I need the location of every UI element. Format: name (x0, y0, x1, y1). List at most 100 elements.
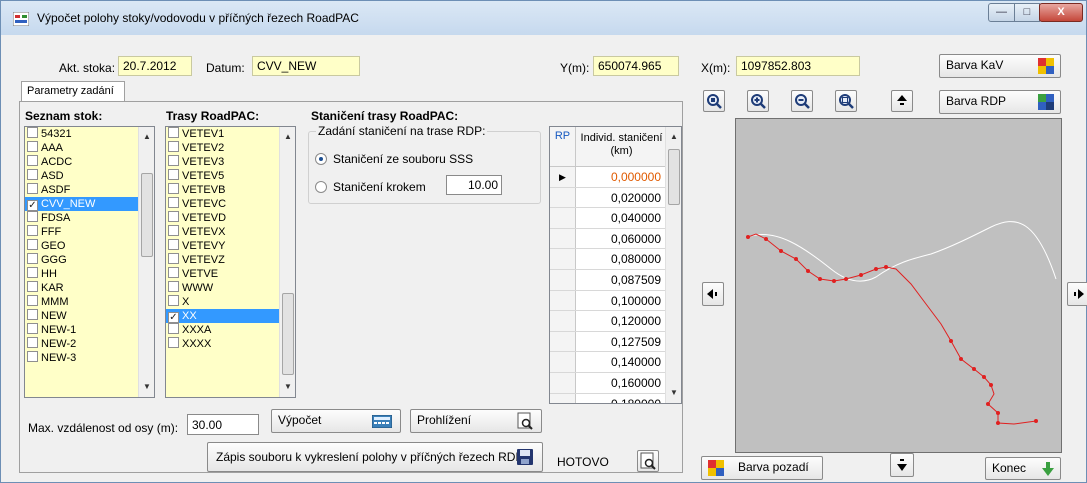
list-item[interactable]: NEW-1 (25, 323, 138, 337)
checkbox-icon[interactable] (168, 225, 179, 236)
staniceni-cell[interactable]: 0,020000 (576, 188, 667, 208)
vypocet-button[interactable]: Výpočet (271, 409, 401, 433)
checkbox-checked-icon[interactable]: ✓ (27, 200, 38, 211)
scroll-up-icon[interactable]: ▲ (139, 129, 154, 145)
list-item[interactable]: NEW-2 (25, 337, 138, 351)
checkbox-icon[interactable] (27, 295, 38, 306)
staniceni-cell[interactable]: 0,127509 (576, 332, 667, 352)
pan-up-button[interactable] (891, 90, 913, 112)
checkbox-icon[interactable] (27, 323, 38, 334)
list-item[interactable]: ✓ XX (166, 309, 279, 323)
checkbox-icon[interactable] (27, 281, 38, 292)
maximize-button[interactable]: □ (1014, 3, 1040, 22)
row-header[interactable] (550, 249, 576, 269)
max-vzdalenost-input[interactable]: 30.00 (187, 414, 259, 435)
staniceni-cell[interactable]: 0,060000 (576, 229, 667, 249)
staniceni-grid[interactable]: RP Individ. staničení (km) ▶ 0,000000 0,02… (549, 126, 682, 404)
scroll-thumb[interactable] (282, 293, 294, 375)
drawing-canvas[interactable] (735, 118, 1062, 453)
list-item[interactable]: VETEVX (166, 225, 279, 239)
zoom-out-button[interactable] (791, 90, 813, 112)
checkbox-icon[interactable] (27, 337, 38, 348)
table-row[interactable]: 0,087509 (550, 269, 667, 291)
list-item[interactable]: AAA (25, 141, 138, 155)
staniceni-cell[interactable]: 0,100000 (576, 291, 667, 311)
radio-empty-icon[interactable] (315, 181, 327, 193)
list-item[interactable]: KAR (25, 281, 138, 295)
scroll-down-icon[interactable]: ▼ (666, 385, 681, 401)
list-item[interactable]: XXXA (166, 323, 279, 337)
staniceni-cell[interactable]: 0,000000 (576, 167, 667, 187)
table-row[interactable]: ▶ 0,000000 (550, 167, 667, 188)
zoom-window-button[interactable] (835, 90, 857, 112)
krok-input[interactable]: 10.00 (446, 175, 502, 195)
row-header[interactable] (550, 290, 576, 311)
stoky-scrollbar[interactable]: ▲ ▼ (138, 127, 154, 397)
radio-selected-icon[interactable] (315, 153, 327, 165)
pan-right-button[interactable] (1067, 282, 1087, 306)
list-item[interactable]: HH (25, 267, 138, 281)
table-row[interactable]: 0,060000 (550, 228, 667, 250)
tab-parametry-zadani[interactable]: Parametry zadání (21, 81, 125, 102)
list-item[interactable]: GGG (25, 253, 138, 267)
grid-scrollbar[interactable]: ▲ ▼ (665, 127, 681, 403)
list-item[interactable]: 54321 (25, 127, 138, 141)
checkbox-icon[interactable] (168, 197, 179, 208)
hotovo-preview-button[interactable] (637, 450, 659, 472)
staniceni-cell[interactable]: 0,160000 (576, 373, 667, 393)
barva-kav-button[interactable]: Barva KaV (939, 54, 1061, 78)
konec-button[interactable]: Konec (985, 457, 1061, 480)
checkbox-icon[interactable] (168, 337, 179, 348)
row-header[interactable] (550, 187, 576, 208)
checkbox-icon[interactable] (27, 309, 38, 320)
scroll-down-icon[interactable]: ▼ (139, 379, 154, 395)
checkbox-icon[interactable] (168, 211, 179, 222)
list-item[interactable]: GEO (25, 239, 138, 253)
row-header[interactable] (550, 352, 576, 372)
checkbox-icon[interactable] (168, 183, 179, 194)
prohlizeni-button[interactable]: Prohlížení (410, 409, 542, 433)
table-row[interactable]: 0,020000 (550, 187, 667, 209)
checkbox-icon[interactable] (168, 281, 179, 292)
zoom-all-button[interactable] (703, 90, 725, 112)
checkbox-icon[interactable] (27, 155, 38, 166)
list-item[interactable]: VETEV2 (166, 141, 279, 155)
scroll-up-icon[interactable]: ▲ (280, 129, 295, 145)
list-item[interactable]: FFF (25, 225, 138, 239)
row-header[interactable] (550, 393, 576, 403)
barva-pozadi-button[interactable]: Barva pozadí (701, 456, 823, 480)
table-row[interactable]: 0,127509 (550, 331, 667, 353)
row-header[interactable] (550, 372, 576, 393)
close-button[interactable]: X (1039, 3, 1083, 22)
checkbox-icon[interactable] (27, 211, 38, 222)
list-item[interactable]: NEW-3 (25, 351, 138, 365)
trasy-scrollbar[interactable]: ▲ ▼ (279, 127, 295, 397)
list-item[interactable]: ✓ CVV_NEW (25, 197, 138, 211)
table-row[interactable]: 0,040000 (550, 208, 667, 229)
pan-down-button[interactable] (890, 453, 914, 477)
pan-left-button[interactable] (702, 282, 724, 306)
staniceni-cell[interactable]: 0,120000 (576, 311, 667, 331)
list-item[interactable]: VETEVB (166, 183, 279, 197)
scroll-thumb[interactable] (668, 149, 680, 205)
checkbox-icon[interactable] (168, 141, 179, 152)
staniceni-cell[interactable]: 0,140000 (576, 352, 667, 372)
staniceni-cell[interactable]: 0,080000 (576, 249, 667, 269)
row-header[interactable] (550, 311, 576, 331)
table-row[interactable]: 0,120000 (550, 311, 667, 332)
trasy-list[interactable]: VETEV1 VETEV2 VETEV3 VETEV5 VETEVB VETEVC VETE… (165, 126, 296, 398)
list-item[interactable]: VETEVY (166, 239, 279, 253)
list-item[interactable]: XXXX (166, 337, 279, 351)
barva-rdp-button[interactable]: Barva RDP (939, 90, 1061, 114)
list-item[interactable]: VETEVC (166, 197, 279, 211)
checkbox-icon[interactable] (27, 169, 38, 180)
table-row[interactable]: 0,180000 (550, 393, 667, 403)
checkbox-icon[interactable] (27, 239, 38, 250)
radio-staniceni-krokem[interactable]: Staničení krokem (315, 180, 426, 194)
list-item[interactable]: X (166, 295, 279, 309)
row-header[interactable] (550, 228, 576, 249)
list-item[interactable]: VETEV5 (166, 169, 279, 183)
zapis-souboru-button[interactable]: Zápis souboru k vykreslení polohy v příč… (207, 442, 543, 472)
staniceni-cell[interactable]: 0,087509 (576, 270, 667, 290)
scroll-thumb[interactable] (141, 173, 153, 257)
